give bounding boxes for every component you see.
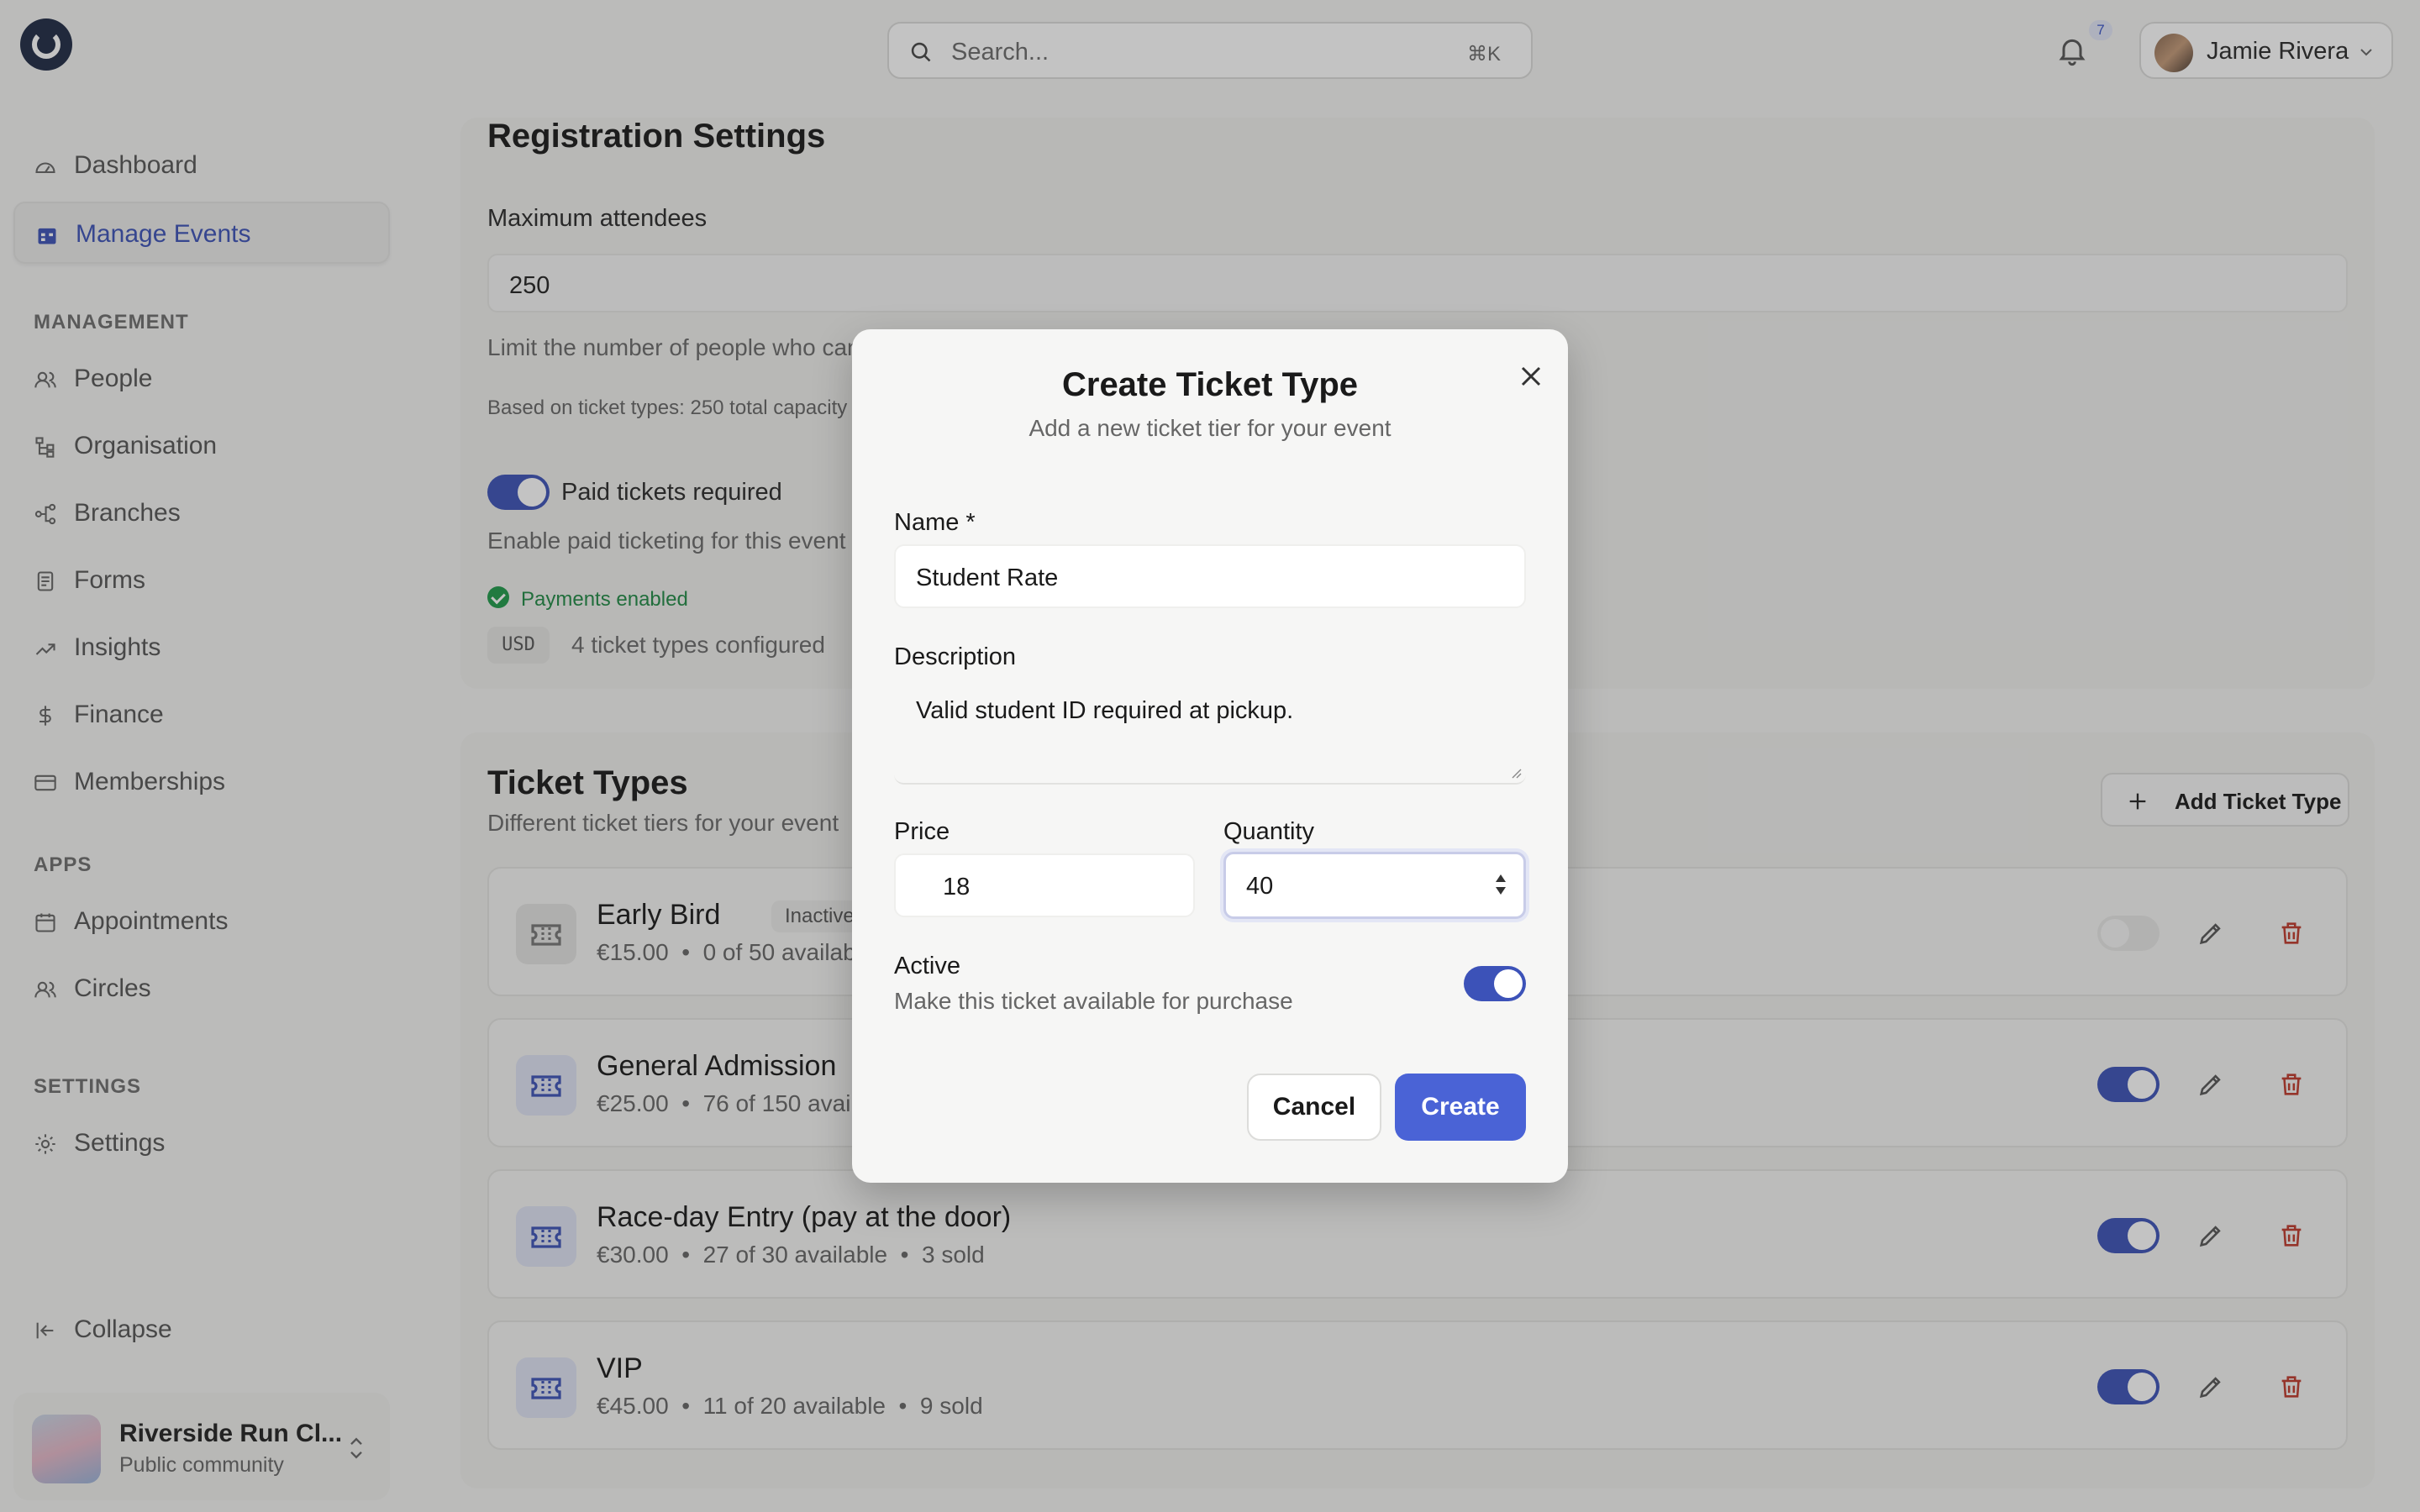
description-label: Description xyxy=(894,643,1017,670)
spinner-arrows-icon[interactable] xyxy=(1493,871,1508,898)
active-label: Active xyxy=(894,953,960,979)
quantity-label: Quantity xyxy=(1223,818,1314,845)
description-value: Valid student ID required at pickup. xyxy=(916,697,1294,724)
create-ticket-type-dialog: Create Ticket Type Add a new ticket tier… xyxy=(852,329,1568,1183)
description-textarea[interactable]: Valid student ID required at pickup. xyxy=(894,680,1526,785)
cancel-button[interactable]: Cancel xyxy=(1247,1074,1381,1141)
price-input[interactable]: 18 xyxy=(894,853,1195,917)
dialog-title: Create Ticket Type xyxy=(1061,366,1358,403)
quantity-value: 40 xyxy=(1246,873,1274,900)
price-value: 18 xyxy=(943,874,971,900)
active-help: Make this ticket available for purchase xyxy=(894,988,1293,1014)
name-value: Student Rate xyxy=(916,564,1059,591)
active-toggle[interactable] xyxy=(1464,966,1526,1001)
quantity-stepper[interactable]: 40 xyxy=(1223,852,1526,919)
name-input[interactable]: Student Rate xyxy=(894,544,1526,608)
create-button[interactable]: Create xyxy=(1395,1074,1526,1141)
name-label: Name * xyxy=(894,509,976,536)
price-label: Price xyxy=(894,818,950,845)
dialog-subtitle: Add a new ticket tier for your event xyxy=(1028,415,1392,441)
resize-grip-icon[interactable] xyxy=(1509,766,1523,780)
